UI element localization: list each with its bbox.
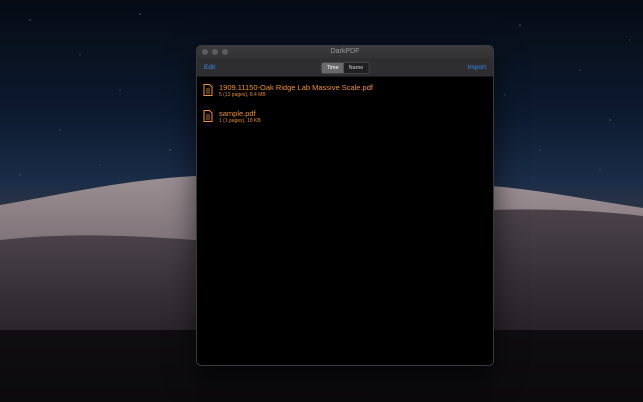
file-meta: 5 (13 pages), 8.4 MB: [219, 92, 266, 98]
file-name: sample.pdf: [219, 109, 256, 118]
sort-name-button[interactable]: Name: [344, 63, 369, 73]
file-name: 1909.11150-Oak Ridge Lab Massive Scale.p…: [219, 83, 373, 92]
toolbar: Edit Time Name Import: [197, 58, 493, 77]
file-list: 1909.11150-Oak Ridge Lab Massive Scale.p…: [197, 77, 493, 129]
window-title: DarkPDF: [330, 48, 360, 55]
title-bar[interactable]: DarkPDF: [197, 46, 493, 58]
document-icon: [203, 84, 213, 96]
sort-segmented-control: Time Name: [320, 62, 370, 74]
list-item[interactable]: 1909.11150-Oak Ridge Lab Massive Scale.p…: [197, 80, 493, 103]
edit-button[interactable]: Edit: [197, 64, 222, 71]
file-text: 1909.11150-Oak Ridge Lab Massive Scale.p…: [219, 83, 373, 99]
file-meta: 1 (1 pages), 18 KB: [219, 118, 261, 124]
app-window: DarkPDF Edit Time Name Import 1909.11150…: [196, 45, 494, 366]
document-icon: [203, 110, 213, 122]
list-item[interactable]: sample.pdf 1 (1 pages), 18 KB: [197, 106, 493, 129]
sort-time-button[interactable]: Time: [321, 63, 344, 73]
import-button[interactable]: Import: [461, 64, 493, 71]
file-text: sample.pdf 1 (1 pages), 18 KB: [219, 109, 261, 125]
